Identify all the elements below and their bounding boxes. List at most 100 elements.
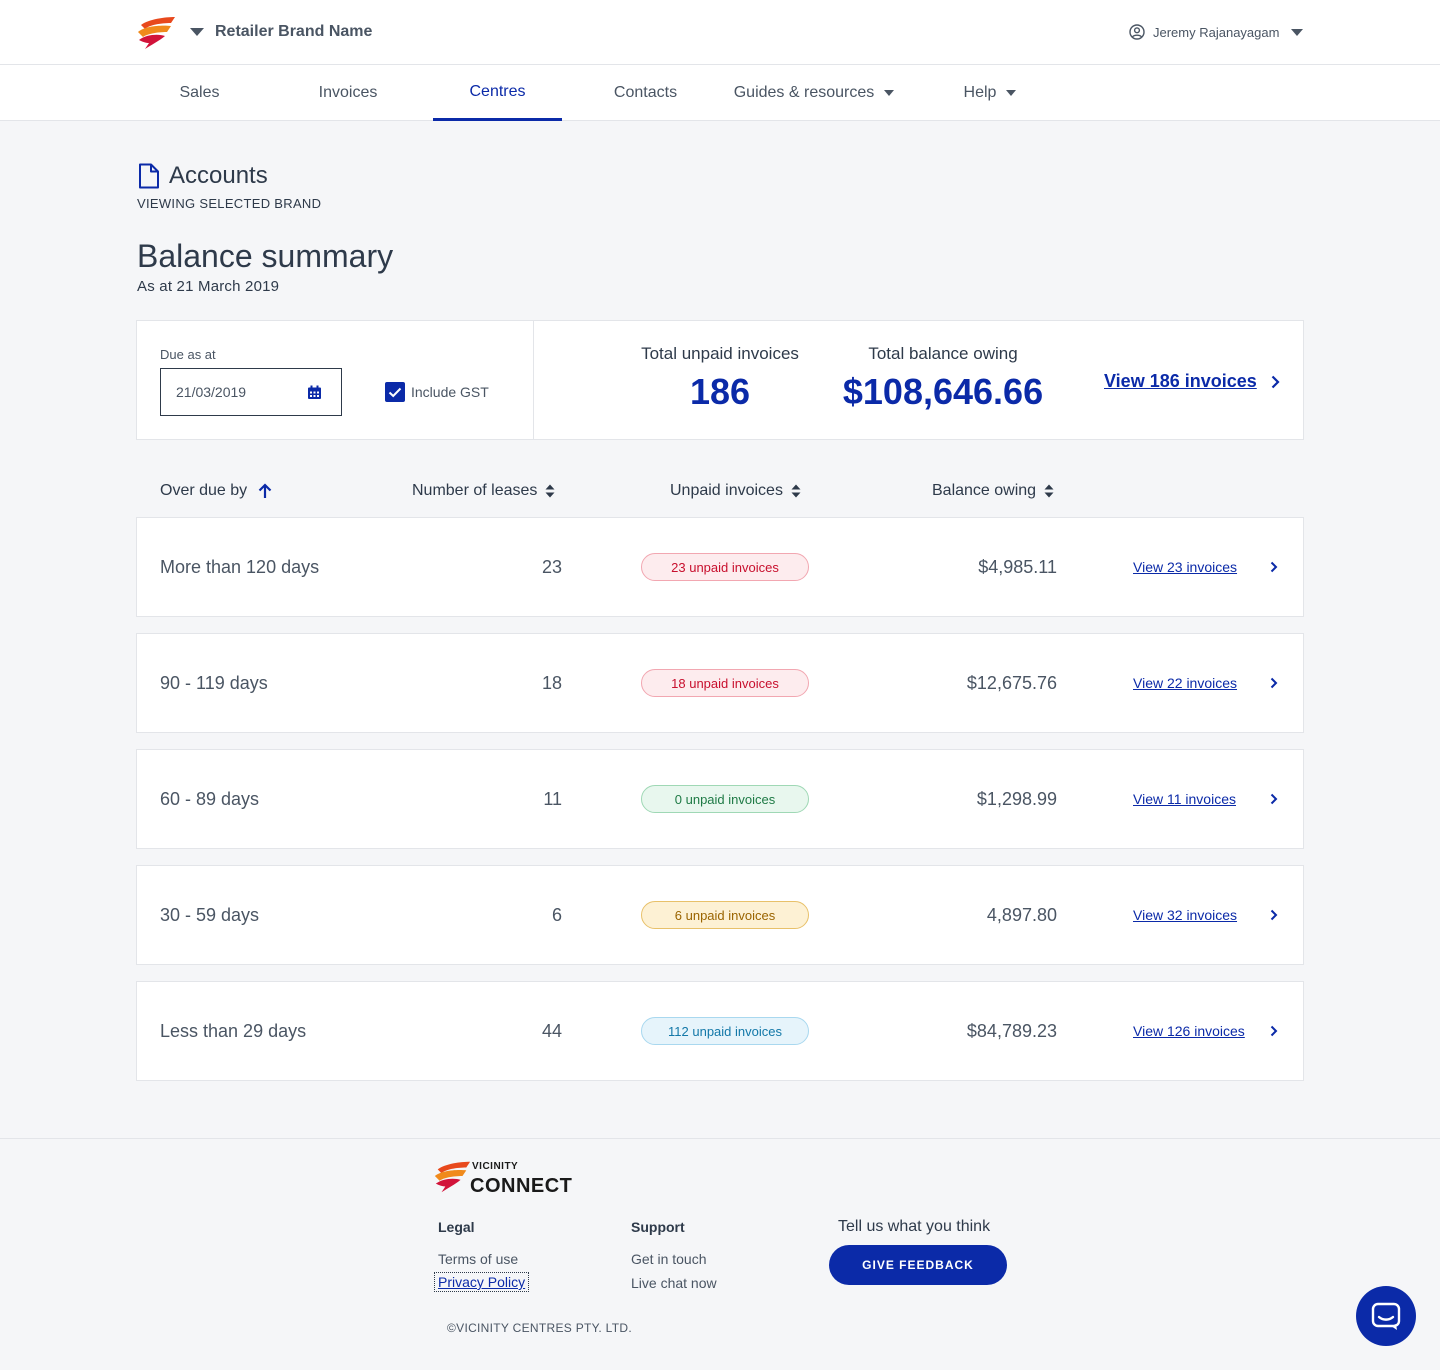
chevron-down-icon bbox=[884, 90, 895, 96]
overdue-period: Less than 29 days bbox=[160, 1021, 307, 1041]
include-gst-checkbox[interactable] bbox=[385, 382, 405, 402]
lease-count: 6 bbox=[551, 905, 562, 925]
chevron-down-icon bbox=[1006, 90, 1017, 96]
lease-count: 18 bbox=[541, 673, 562, 693]
chat-icon bbox=[1371, 1302, 1401, 1330]
nav-tab-guides-resources[interactable]: Guides & resources bbox=[728, 65, 900, 121]
feedback-prompt: Tell us what you think bbox=[838, 1218, 991, 1235]
due-as-at-label: Due as at bbox=[160, 347, 216, 362]
view-all-invoices-link[interactable]: View 186 invoices bbox=[1104, 371, 1280, 392]
include-gst-label[interactable]: Include GST bbox=[411, 384, 489, 400]
sort-ascending-arrow-icon bbox=[258, 483, 272, 498]
unpaid-invoices-badge: 23 unpaid invoices bbox=[641, 553, 809, 581]
view-invoices-link[interactable]: View 11 invoices bbox=[1133, 791, 1236, 807]
footer: VICINITY CONNECT Legal Terms of use Priv… bbox=[0, 1138, 1440, 1370]
unpaid-invoices-badge: 0 unpaid invoices bbox=[641, 785, 809, 813]
table-row[interactable]: 90 - 119 days 18 18 unpaid invoices $12,… bbox=[136, 633, 1304, 733]
column-header-label: Number of leases bbox=[412, 482, 538, 499]
vicinity-logo-icon[interactable] bbox=[135, 15, 177, 51]
unpaid-invoices-badge: 112 unpaid invoices bbox=[641, 1017, 809, 1045]
view-invoices-link[interactable]: View 32 invoices bbox=[1133, 907, 1237, 923]
footer-logo-connect: CONNECT bbox=[470, 1175, 573, 1197]
balance-owing: 4,897.80 bbox=[986, 905, 1057, 925]
brand-name[interactable]: Retailer Brand Name bbox=[215, 23, 372, 41]
view-invoices-link[interactable]: View 23 invoices bbox=[1133, 559, 1237, 575]
section-subtitle: VIEWING SELECTED BRAND bbox=[137, 196, 322, 211]
column-header-overdue[interactable]: Over due by bbox=[160, 482, 272, 500]
column-header-label: Unpaid invoices bbox=[670, 482, 783, 499]
page-subtitle: As at 21 March 2019 bbox=[137, 278, 280, 295]
lease-count: 23 bbox=[541, 557, 562, 577]
footer-legal-heading: Legal bbox=[438, 1219, 475, 1235]
nav-tab-sales[interactable]: Sales bbox=[135, 65, 264, 121]
column-header-label: Balance owing bbox=[932, 482, 1037, 499]
sort-icon bbox=[1044, 484, 1054, 498]
live-chat-link[interactable]: Live chat now bbox=[631, 1275, 717, 1291]
summary-card: Due as at Include GST Total unpaid invoi… bbox=[136, 320, 1304, 440]
column-header-label: Over due by bbox=[160, 482, 248, 499]
page-title: Balance summary bbox=[137, 238, 394, 274]
total-unpaid-label: Total unpaid invoices bbox=[641, 344, 799, 363]
unpaid-invoices-badge: 6 unpaid invoices bbox=[641, 901, 809, 929]
nav-label: Sales bbox=[179, 84, 220, 101]
chevron-right-icon[interactable] bbox=[1270, 793, 1278, 805]
footer-support-heading: Support bbox=[631, 1219, 685, 1235]
total-unpaid-value: 186 bbox=[689, 371, 751, 412]
view-all-label: View 186 invoices bbox=[1104, 371, 1257, 391]
table-row[interactable]: More than 120 days 23 23 unpaid invoices… bbox=[136, 517, 1304, 617]
section-title: Accounts bbox=[169, 162, 268, 189]
copyright: ©VICINITY CENTRES PTY. LTD. bbox=[447, 1321, 632, 1335]
total-balance-label: Total balance owing bbox=[868, 344, 1018, 363]
nav-label: Guides & resources bbox=[733, 84, 875, 101]
brand-dropdown-caret-icon[interactable] bbox=[190, 28, 204, 36]
column-header-leases[interactable]: Number of leases bbox=[412, 482, 555, 500]
nav-tab-invoices[interactable]: Invoices bbox=[284, 65, 412, 121]
chevron-right-icon bbox=[1271, 375, 1280, 388]
lease-count: 11 bbox=[543, 789, 562, 809]
privacy-policy-link[interactable]: Privacy Policy bbox=[434, 1272, 530, 1292]
user-circle-icon bbox=[1129, 24, 1145, 40]
nav-tab-contacts[interactable]: Contacts bbox=[582, 65, 709, 121]
table-row[interactable]: 60 - 89 days 11 0 unpaid invoices $1,298… bbox=[136, 749, 1304, 849]
nav-label: Centres bbox=[469, 82, 526, 100]
balance-owing: $1,298.99 bbox=[976, 789, 1057, 809]
vicinity-connect-logo-icon bbox=[434, 1161, 471, 1193]
table-row[interactable]: 30 - 59 days 6 6 unpaid invoices 4,897.8… bbox=[136, 865, 1304, 965]
sort-icon bbox=[545, 484, 555, 498]
give-feedback-button[interactable]: GIVE FEEDBACK bbox=[829, 1245, 1007, 1285]
user-name: Jeremy Rajanayagam bbox=[1153, 24, 1280, 40]
summary-divider bbox=[533, 321, 534, 439]
unpaid-invoices-badge: 18 unpaid invoices bbox=[641, 669, 809, 697]
nav-tab-centres[interactable]: Centres bbox=[433, 65, 562, 121]
chevron-right-icon[interactable] bbox=[1270, 677, 1278, 689]
user-dropdown-caret-icon bbox=[1291, 28, 1304, 36]
overdue-period: 60 - 89 days bbox=[160, 789, 260, 809]
nav-label: Invoices bbox=[318, 84, 378, 101]
terms-of-use-link[interactable]: Terms of use bbox=[438, 1251, 518, 1267]
view-invoices-link[interactable]: View 126 invoices bbox=[1133, 1023, 1245, 1039]
chevron-right-icon[interactable] bbox=[1270, 909, 1278, 921]
total-balance-value: $108,646.66 bbox=[842, 371, 1044, 412]
chat-launcher-button[interactable] bbox=[1356, 1286, 1416, 1346]
table-row[interactable]: Less than 29 days 44 112 unpaid invoices… bbox=[136, 981, 1304, 1081]
overdue-period: 30 - 59 days bbox=[160, 905, 260, 925]
balance-owing: $4,985.11 bbox=[978, 557, 1057, 577]
overdue-period: 90 - 119 days bbox=[160, 673, 268, 693]
lease-count: 44 bbox=[541, 1021, 562, 1041]
view-invoices-link[interactable]: View 22 invoices bbox=[1133, 675, 1237, 691]
top-header: Retailer Brand Name Jeremy Rajanayagam bbox=[0, 0, 1440, 65]
calendar-icon[interactable] bbox=[307, 385, 322, 400]
checkmark-icon bbox=[388, 387, 402, 397]
get-in-touch-link[interactable]: Get in touch bbox=[631, 1251, 707, 1267]
footer-logo-vicinity: VICINITY bbox=[472, 1161, 519, 1172]
user-menu[interactable]: Jeremy Rajanayagam bbox=[1129, 24, 1304, 40]
main-nav: Sales Invoices Centres Contacts Guides &… bbox=[0, 65, 1440, 121]
column-header-unpaid[interactable]: Unpaid invoices bbox=[670, 482, 801, 500]
chevron-right-icon[interactable] bbox=[1270, 561, 1278, 573]
column-header-balance[interactable]: Balance owing bbox=[932, 482, 1054, 500]
balance-owing: $12,675.76 bbox=[966, 673, 1057, 693]
chevron-right-icon[interactable] bbox=[1270, 1025, 1278, 1037]
document-icon bbox=[139, 163, 159, 189]
balance-owing: $84,789.23 bbox=[966, 1021, 1057, 1041]
nav-tab-help[interactable]: Help bbox=[950, 65, 1030, 121]
